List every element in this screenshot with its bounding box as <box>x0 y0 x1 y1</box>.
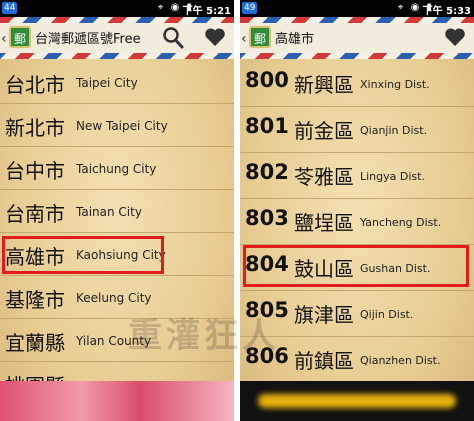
ad-banner-content <box>258 394 456 408</box>
district-name-zh: 前金區 <box>294 119 354 143</box>
phone-screen-district-list: 49 ⌖ ◉ ▮ 下午 5:33 ‹ 郵 高雄市 800 新興區 Xinxing D… <box>240 0 474 421</box>
district-name-zh: 前鎮區 <box>294 349 354 373</box>
notification-badge: 49 <box>242 2 258 14</box>
notification-badge: 44 <box>2 2 18 14</box>
list-item[interactable]: 801 前金區 Qianjin Dist. <box>240 107 474 153</box>
highlight-box <box>2 236 164 274</box>
search-icon[interactable] <box>162 25 184 55</box>
back-icon[interactable]: ‹ <box>1 31 7 47</box>
district-name-en: Qijin Dist. <box>360 308 414 321</box>
city-name-en: New Taipei City <box>76 119 168 133</box>
list-item[interactable]: 803 鹽埕區 Yancheng Dist. <box>240 199 474 245</box>
district-name-zh: 鹽埕區 <box>294 211 354 235</box>
app-title: 高雄市 <box>275 32 315 47</box>
app-logo-icon: 郵 <box>249 26 271 48</box>
status-bar: 44 ⌖ ◉ ▮ 下午 5:21 <box>0 0 234 17</box>
district-name-en: Yancheng Dist. <box>360 216 442 229</box>
list-item[interactable]: 台中市 Taichung City <box>0 147 234 190</box>
city-name-zh: 宜蘭縣 <box>5 331 65 355</box>
heart-icon[interactable] <box>443 25 467 55</box>
district-name-zh: 新興區 <box>294 73 354 97</box>
postal-code: 800 <box>245 68 289 92</box>
list-item[interactable]: 800 新興區 Xinxing Dist. <box>240 61 474 107</box>
app-logo-icon: 郵 <box>9 26 31 48</box>
app-bar-inner: ‹ 郵 台灣郵遞區號Free <box>0 23 234 53</box>
status-clock: 下午 5:21 <box>182 6 231 17</box>
district-name-en: Qianzhen Dist. <box>360 354 441 367</box>
district-name-en: Lingya Dist. <box>360 170 425 183</box>
city-name-zh: 台南市 <box>5 202 65 226</box>
status-bar: 49 ⌖ ◉ ▮ 下午 5:33 <box>240 0 474 17</box>
list-item[interactable]: 802 苓雅區 Lingya Dist. <box>240 153 474 199</box>
postal-code: 801 <box>245 114 289 138</box>
ad-banner[interactable] <box>240 381 474 421</box>
watermark: 重灌狂人 <box>128 316 280 356</box>
list-item[interactable]: 台南市 Tainan City <box>0 190 234 233</box>
app-bar-inner: ‹ 郵 高雄市 <box>240 23 474 53</box>
phone-screen-city-list: 44 ⌖ ◉ ▮ 下午 5:21 ‹ 郵 台灣郵遞區號Free 台北市 Taipe… <box>0 0 234 421</box>
district-list: 800 新興區 Xinxing Dist. 801 前金區 Qianjin Dist. 80… <box>240 59 474 421</box>
list-item[interactable]: 台北市 Taipei City <box>0 61 234 104</box>
city-name-en: Taipei City <box>76 76 138 90</box>
city-name-zh: 基隆市 <box>5 288 65 312</box>
district-name-en: Qianjin Dist. <box>360 124 428 137</box>
city-name-en: Tainan City <box>76 205 142 219</box>
city-name-zh: 台中市 <box>5 159 65 183</box>
district-name-zh: 苓雅區 <box>294 165 354 189</box>
back-icon[interactable]: ‹ <box>241 31 247 47</box>
postal-code: 802 <box>245 160 289 184</box>
district-name-zh: 旗津區 <box>294 303 354 327</box>
city-name-zh: 新北市 <box>5 116 65 140</box>
district-name-en: Xinxing Dist. <box>360 78 430 91</box>
city-name-en: Keelung City <box>76 291 152 305</box>
postal-code: 803 <box>245 206 289 230</box>
list-item[interactable]: 新北市 New Taipei City <box>0 104 234 147</box>
app-title: 台灣郵遞區號Free <box>35 32 141 47</box>
city-name-zh: 台北市 <box>5 73 65 97</box>
ad-banner[interactable] <box>0 381 234 421</box>
app-bar: ‹ 郵 高雄市 <box>240 17 474 59</box>
city-name-en: Taichung City <box>76 162 157 176</box>
heart-icon[interactable] <box>203 25 227 55</box>
highlight-box <box>243 245 469 287</box>
app-bar: ‹ 郵 台灣郵遞區號Free <box>0 17 234 59</box>
status-clock: 下午 5:33 <box>422 6 471 17</box>
